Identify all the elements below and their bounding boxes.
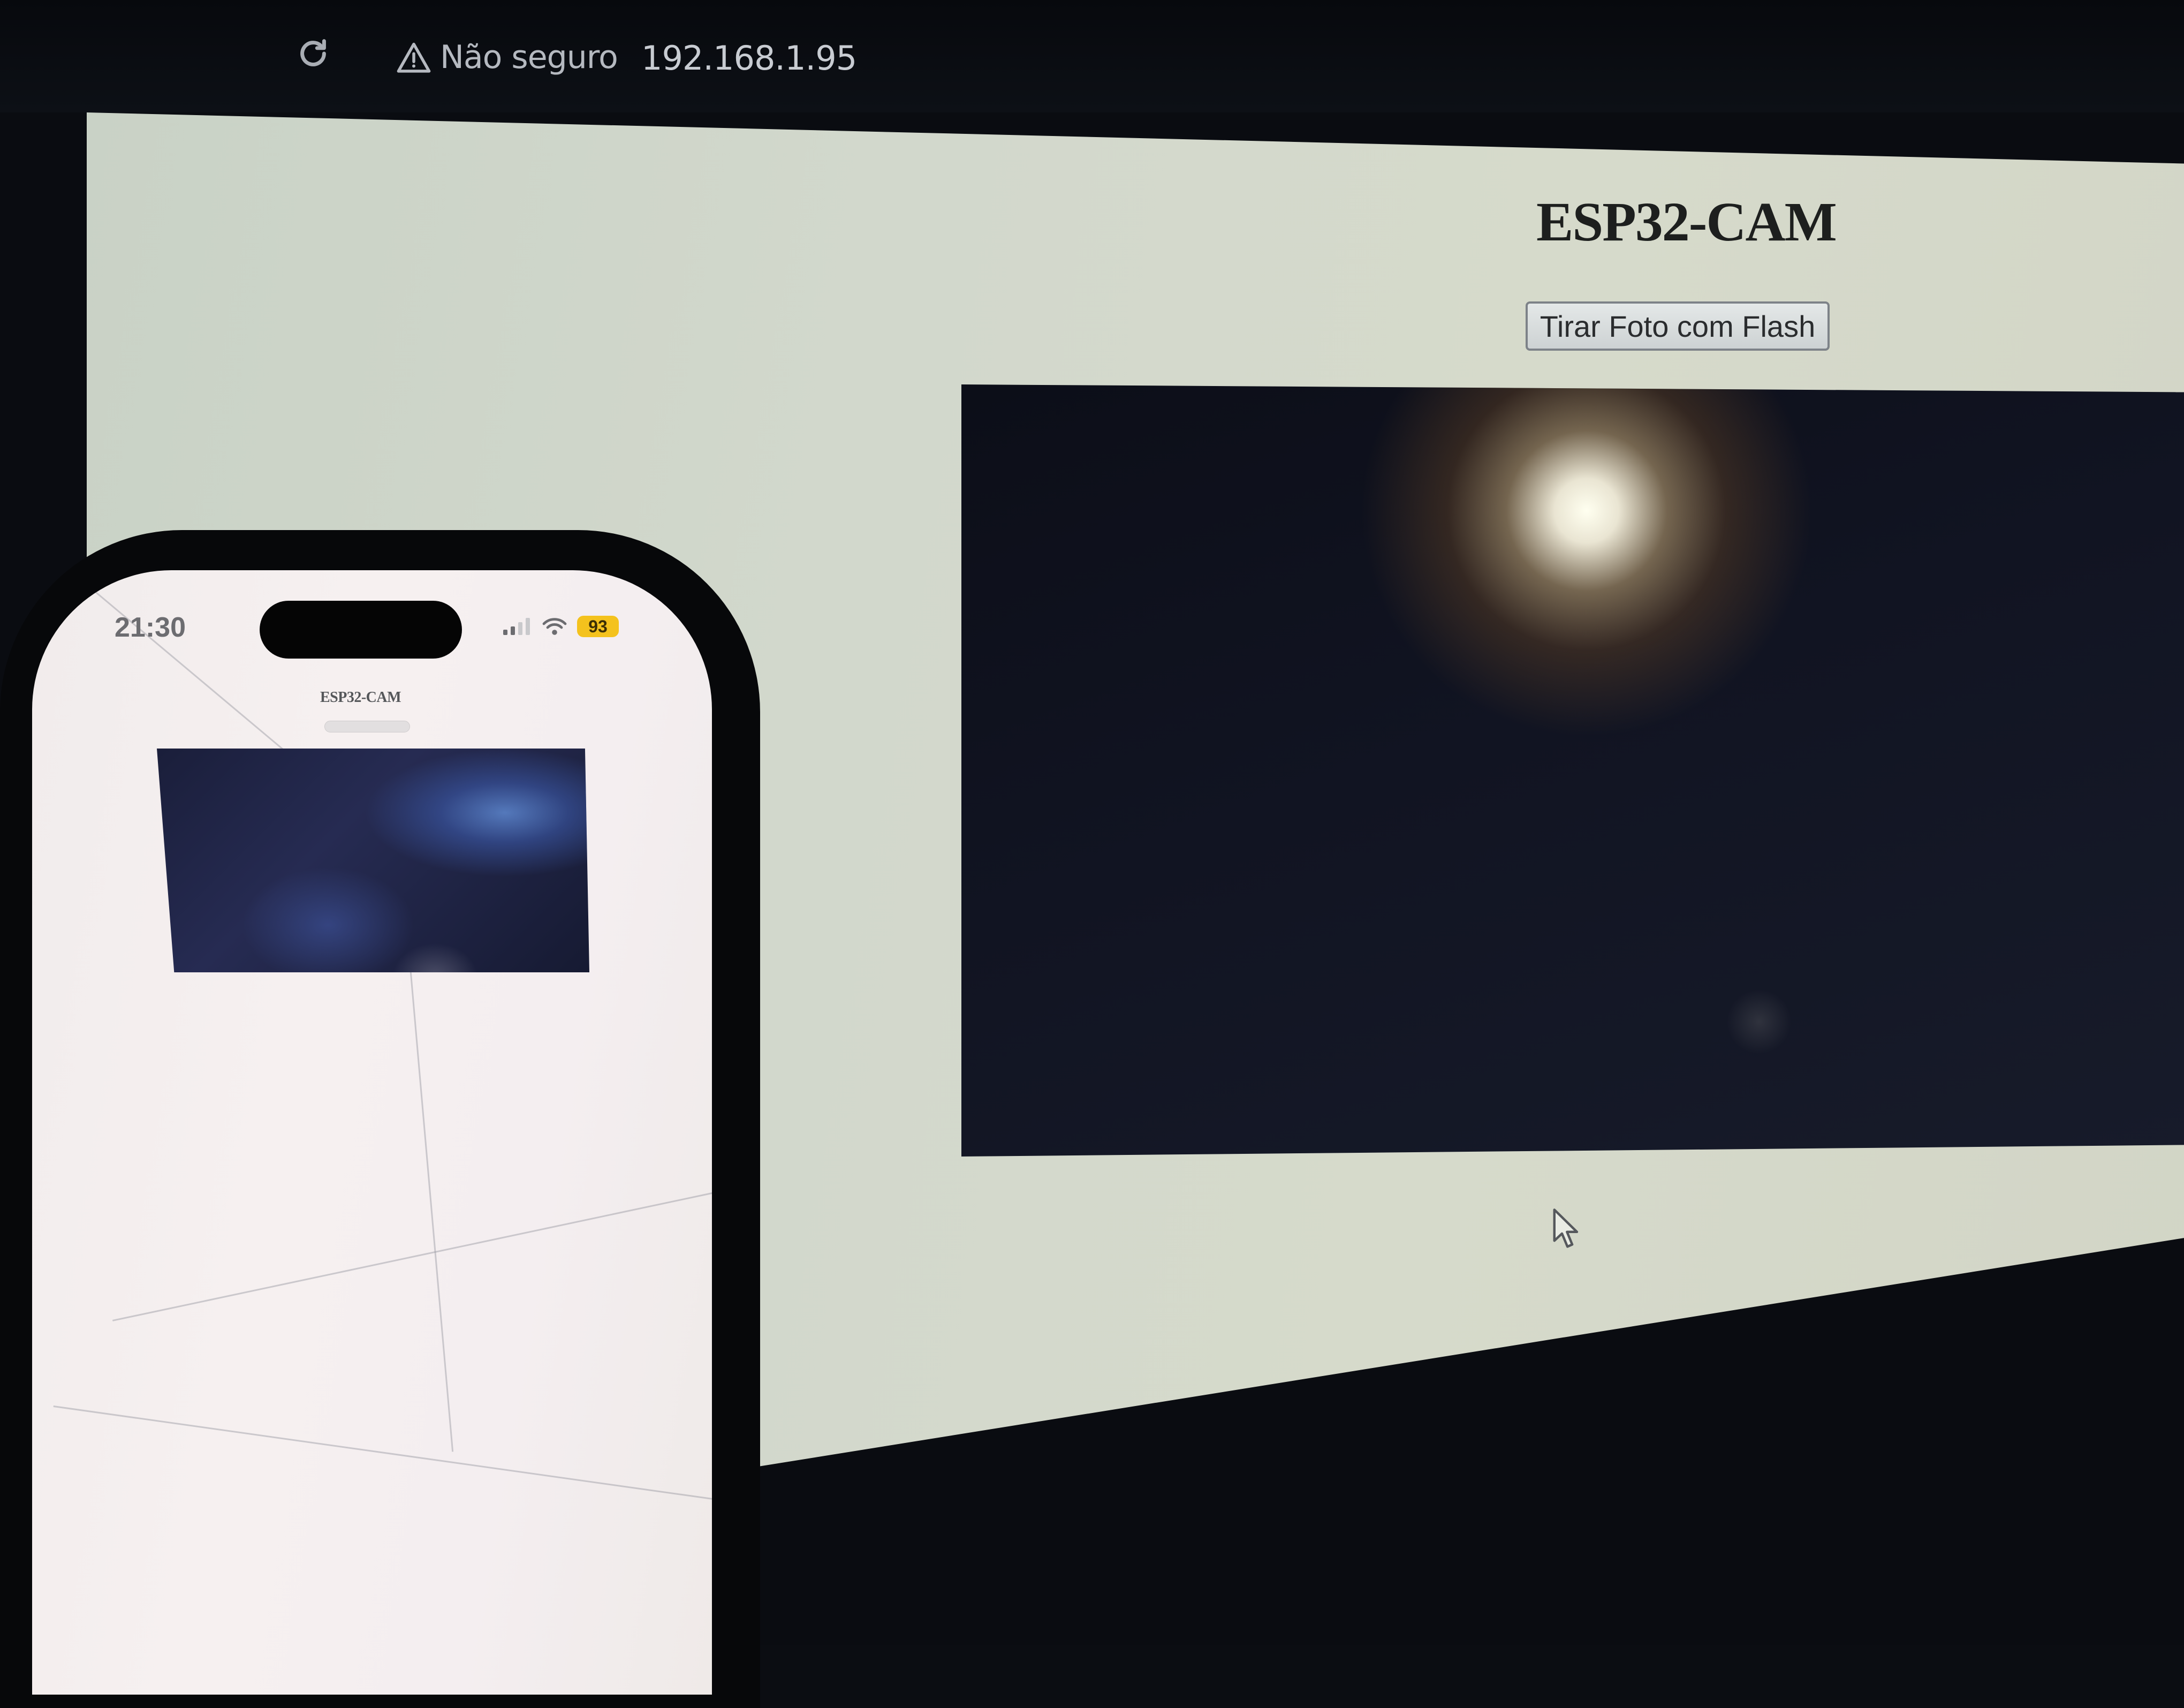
screen-crack (112, 1191, 712, 1321)
warning-triangle-icon (397, 42, 431, 73)
phone-screen (32, 570, 712, 1695)
wifi-icon (542, 618, 567, 635)
mouse-cursor-icon (1553, 1208, 1579, 1248)
reload-icon (300, 39, 326, 66)
phone-flash-button[interactable] (324, 721, 410, 732)
status-bar-icons: 93 (502, 616, 619, 637)
screen-crack (53, 1405, 712, 1500)
screen-crack (405, 918, 454, 1452)
camera-photo (961, 384, 2184, 1157)
status-bar-time: 21:30 (115, 612, 186, 643)
browser-toolbar: Não seguro 192.168.1.95 (0, 0, 2184, 112)
reload-button[interactable] (289, 29, 337, 78)
take-photo-flash-button[interactable]: Tirar Foto com Flash (1526, 301, 1830, 351)
address-bar-url[interactable]: 192.168.1.95 (641, 39, 857, 78)
security-indicator[interactable]: Não seguro (396, 33, 618, 81)
phone-camera-photo (157, 749, 589, 972)
phone-page-title: ESP32-CAM (320, 689, 401, 706)
security-label: Não seguro (440, 39, 618, 76)
dynamic-island (260, 601, 462, 659)
cellular-signal-icon (503, 618, 530, 635)
page-title: ESP32-CAM (1536, 191, 1837, 253)
battery-badge: 93 (577, 616, 619, 637)
